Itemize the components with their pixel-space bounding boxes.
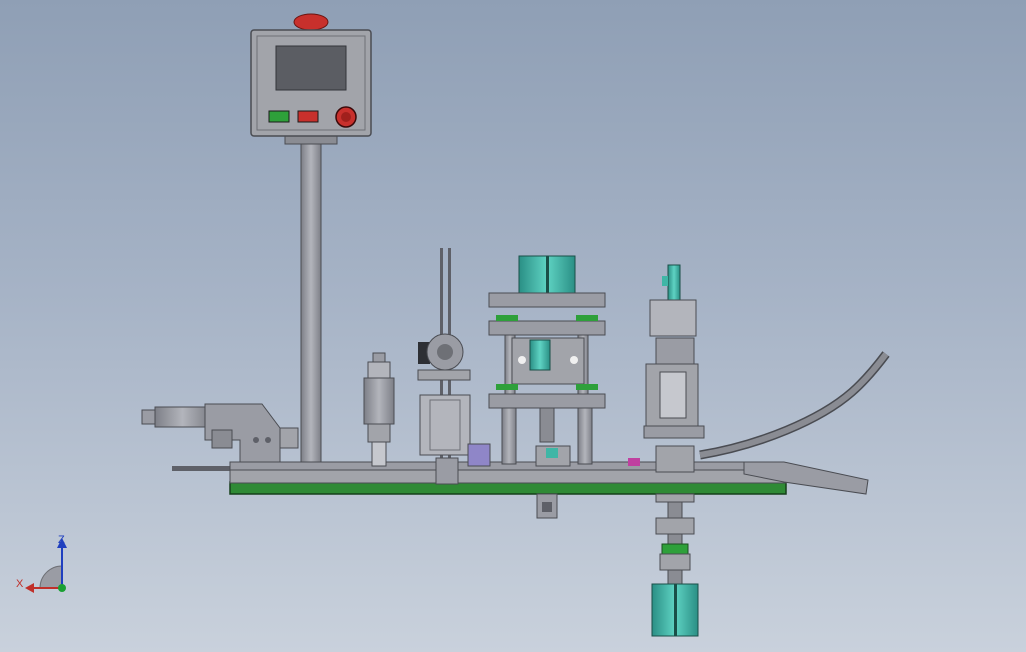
cad-model-view: Z X bbox=[16, 13, 890, 637]
z-axis-label: Z bbox=[58, 534, 65, 546]
axis-triad: Z X bbox=[16, 534, 67, 593]
hmi-screen bbox=[275, 45, 347, 91]
lower-cylinder bbox=[651, 493, 699, 637]
right-station bbox=[628, 264, 705, 473]
y-axis-icon bbox=[58, 584, 66, 592]
support-pole bbox=[300, 139, 322, 471]
alarm-light-icon bbox=[293, 13, 329, 31]
start-button-icon bbox=[268, 110, 290, 123]
stop-button-icon bbox=[297, 110, 319, 123]
x-axis-label: X bbox=[16, 578, 24, 590]
main-press bbox=[488, 255, 606, 467]
reel-tower bbox=[417, 248, 491, 485]
press-post bbox=[363, 352, 395, 467]
control-panel bbox=[250, 13, 372, 471]
base-plate bbox=[229, 481, 787, 495]
left-feeder bbox=[141, 403, 299, 466]
